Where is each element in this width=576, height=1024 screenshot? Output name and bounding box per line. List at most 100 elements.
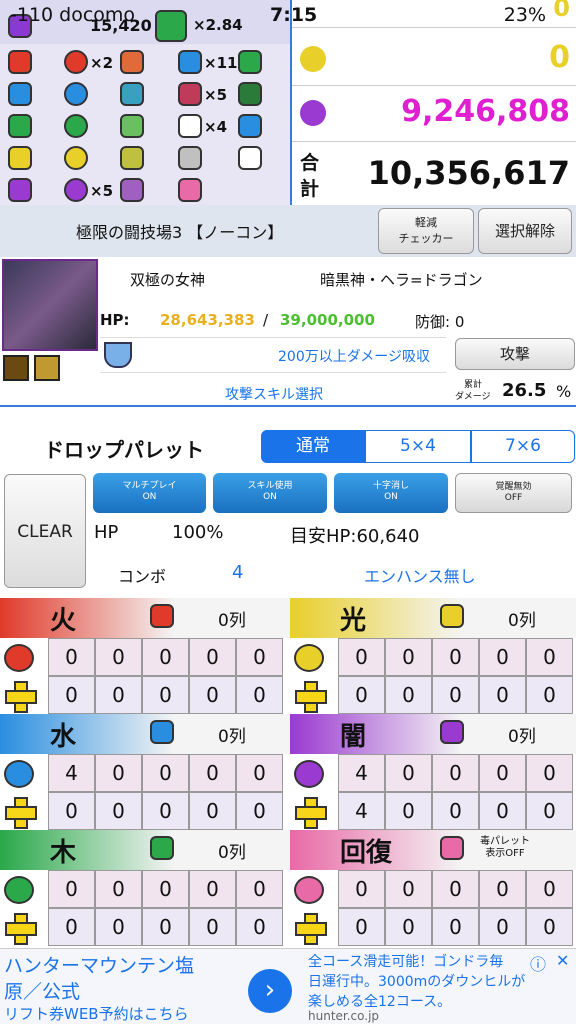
drop-count-cell[interactable]: 0 (432, 676, 479, 714)
drop-count-cell[interactable]: 0 (432, 792, 479, 830)
cross-clear-toggle[interactable]: 十字消し ON (334, 473, 448, 513)
drop-count-cell[interactable]: 0 (338, 870, 385, 908)
drop-count-cell[interactable]: 0 (479, 676, 526, 714)
drop-count-cell[interactable]: 0 (385, 908, 432, 946)
drop-count-cell[interactable]: 0 (338, 638, 385, 676)
close-icon[interactable]: ✕ (556, 951, 569, 970)
board-cols[interactable]: 0列 (218, 838, 246, 863)
awaken-nullify-toggle[interactable]: 覚醒無効 OFF (455, 473, 572, 513)
tab-7x6[interactable]: 7×6 (471, 430, 575, 463)
drop-count-cell[interactable]: 0 (142, 908, 189, 946)
drop-icon (294, 644, 324, 672)
drop-count-cell[interactable]: 0 (338, 676, 385, 714)
toggle-label: マルチプレイ (122, 481, 177, 491)
hp-label: HP: (100, 311, 130, 329)
drop-count-cell[interactable]: 0 (479, 870, 526, 908)
drop-count-cell[interactable]: 0 (95, 754, 142, 792)
enhance-link[interactable]: エンハンス無し (364, 563, 476, 587)
board-name: 木 (50, 838, 77, 868)
drop-count-cell[interactable]: 4 (338, 792, 385, 830)
drop-count-cell[interactable]: 4 (48, 754, 95, 792)
drop-count-cell[interactable]: 0 (48, 908, 95, 946)
board-cols[interactable]: 毒パレット 表示OFF (480, 836, 530, 860)
drop-count-cell[interactable]: 0 (48, 792, 95, 830)
plus-icon (4, 680, 37, 713)
dungeon-name[interactable]: 極限の闘技場3 【ノーコン】 (76, 219, 283, 243)
drop-count-cell[interactable]: 0 (236, 792, 283, 830)
drop-count-cell[interactable]: 0 (236, 908, 283, 946)
drop-count-cell[interactable]: 0 (236, 754, 283, 792)
drop-count-cell[interactable]: 0 (479, 908, 526, 946)
drop-count-cell[interactable]: 0 (338, 908, 385, 946)
info-icon[interactable]: ⓘ (530, 951, 546, 975)
drop-count-cell[interactable]: 0 (526, 676, 573, 714)
board-cols[interactable]: 0列 (508, 606, 536, 631)
drop-count-cell[interactable]: 0 (432, 638, 479, 676)
drop-count-cell[interactable]: 0 (95, 870, 142, 908)
drop-count-cell[interactable]: 0 (385, 792, 432, 830)
board-title-bar: 水 0列 (0, 714, 290, 754)
drop-count-cell[interactable]: 0 (236, 870, 283, 908)
drop-count-cell[interactable]: 0 (95, 908, 142, 946)
drop-count-cell[interactable]: 0 (48, 676, 95, 714)
clear-button[interactable]: CLEAR (4, 474, 86, 588)
drop-count-cell[interactable]: 0 (95, 792, 142, 830)
ad-banner[interactable]: ハンターマウンテン塩 原／公式 リフト券WEB予約はこちら › 全コース滑走可能… (0, 948, 576, 1024)
drop-count-cell[interactable]: 0 (526, 908, 573, 946)
skill-use-toggle[interactable]: スキル使用 ON (213, 473, 327, 513)
drop-count-cell[interactable]: 0 (142, 638, 189, 676)
tab-5x4[interactable]: 5×4 (365, 430, 471, 463)
drop-count-cell[interactable]: 0 (189, 870, 236, 908)
toggle-label: スキル使用 (247, 481, 293, 491)
drop-count-cell[interactable]: 0 (189, 908, 236, 946)
drop-count-cell[interactable]: 0 (385, 870, 432, 908)
skill-boost-icon (178, 50, 202, 74)
drop-count-cell[interactable]: 0 (142, 754, 189, 792)
drop-count-cell[interactable]: 0 (479, 638, 526, 676)
enemy-portrait[interactable] (2, 259, 98, 351)
drop-count-cell[interactable]: 0 (236, 676, 283, 714)
board-title-bar: 火 0列 (0, 598, 290, 638)
chevron-right-icon[interactable]: › (248, 969, 292, 1013)
drop-count-cell[interactable]: 0 (526, 792, 573, 830)
deselect-button[interactable]: 選択解除 (478, 208, 572, 254)
dark-row: 9,246,808 (292, 86, 576, 142)
drop-count-cell[interactable]: 0 (479, 754, 526, 792)
drop-count-cell[interactable]: 0 (432, 870, 479, 908)
drop-count-cell[interactable]: 0 (142, 676, 189, 714)
drop-count-cell[interactable]: 0 (236, 638, 283, 676)
drop-count-cell[interactable]: 0 (95, 638, 142, 676)
multiplay-toggle[interactable]: マルチプレイ ON (93, 473, 206, 513)
drop-count-cell[interactable]: 0 (479, 792, 526, 830)
drop-count-cell[interactable]: 0 (189, 676, 236, 714)
board-cols[interactable]: 0列 (508, 722, 536, 747)
drop-count-cell[interactable]: 0 (48, 638, 95, 676)
drop-count-cell[interactable]: 0 (95, 676, 142, 714)
board-cols[interactable]: 0列 (218, 606, 246, 631)
drop-count-cell[interactable]: 0 (385, 638, 432, 676)
board-title-bar: 闇 0列 (290, 714, 576, 754)
attack-button[interactable]: 攻撃 (455, 338, 575, 370)
bind-icon (178, 82, 202, 106)
tab-normal[interactable]: 通常 (261, 430, 365, 463)
drop-count-cell[interactable]: 0 (189, 792, 236, 830)
drop-count-cell[interactable]: 0 (526, 638, 573, 676)
checker-button[interactable]: 軽減 チェッカー (378, 208, 474, 254)
drop-count-cell[interactable]: 0 (142, 792, 189, 830)
drop-count-cell[interactable]: 0 (48, 870, 95, 908)
skill-select-link[interactable]: 攻撃スキル選択 (225, 384, 323, 404)
drop-count-cell[interactable]: 0 (385, 754, 432, 792)
drop-count-cell[interactable]: 0 (189, 754, 236, 792)
drop-count-cell[interactable]: 0 (432, 754, 479, 792)
combo-value[interactable]: 4 (232, 562, 243, 583)
drop-count-cell[interactable]: 4 (338, 754, 385, 792)
drop-count-cell[interactable]: 0 (142, 870, 189, 908)
skill-boost-count: ×11 (204, 54, 238, 72)
board-cols[interactable]: 0列 (218, 722, 246, 747)
drop-count-cell[interactable]: 0 (432, 908, 479, 946)
drop-count-cell[interactable]: 0 (526, 870, 573, 908)
drop-count-cell[interactable]: 0 (385, 676, 432, 714)
drop-count-cell[interactable]: 0 (526, 754, 573, 792)
board-2: 水 0列 4 0 0 0 0 0 0 0 0 0 (0, 714, 290, 830)
drop-count-cell[interactable]: 0 (189, 638, 236, 676)
